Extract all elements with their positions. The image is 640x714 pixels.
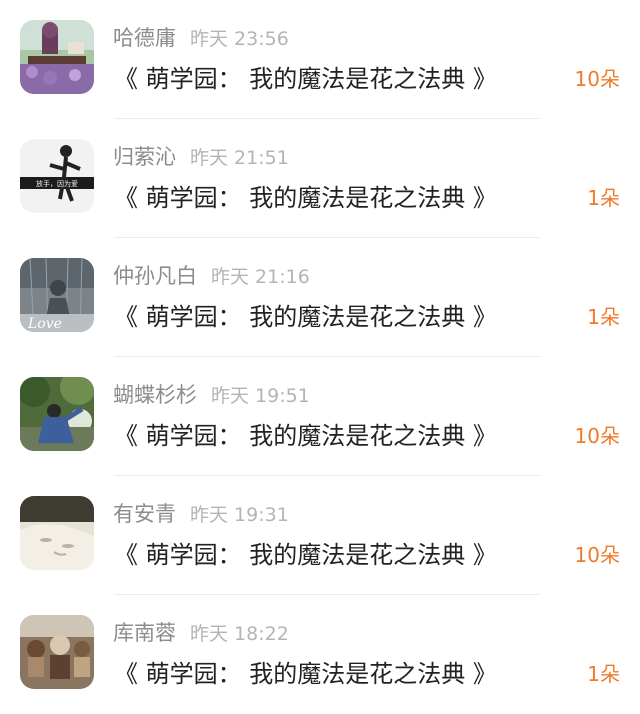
gift-amount: 10朵 [574,424,620,448]
book-title[interactable]: 《 萌学园： 我的魔法是花之法典 》 [114,181,497,215]
dancer-avatar: 放手，因为爱 [20,139,94,213]
book-title[interactable]: 《 萌学园： 我的魔法是花之法典 》 [114,300,497,334]
row-meta: 哈德庸 昨天 23:56 [113,24,289,52]
gift-amount: 1朵 [587,662,620,686]
list-item[interactable]: 库南蓉 昨天 18:22 《 萌学园： 我的魔法是花之法典 》 1朵 [0,595,640,714]
toy-figures-avatar [20,615,94,689]
gift-record-list: 哈德庸 昨天 23:56 《 萌学园： 我的魔法是花之法典 》 10朵 放手，因为… [0,0,640,705]
lavender-field-avatar [20,20,94,94]
avatar-caption: 放手，因为爱 [36,179,78,188]
avatar[interactable] [20,377,94,451]
username[interactable]: 仲孙凡白 [113,264,197,288]
avatar[interactable]: 放手，因为爱 [20,139,94,213]
timestamp: 昨天 21:51 [190,147,289,169]
book-title[interactable]: 《 萌学园： 我的魔法是花之法典 》 [114,62,497,96]
book-title[interactable]: 《 萌学园： 我的魔法是花之法典 》 [114,657,497,691]
avatar-caption: Love [27,316,62,332]
row-meta: 归萦沁 昨天 21:51 [113,143,289,171]
row-meta: 有安青 昨天 19:31 [113,500,289,528]
book-title[interactable]: 《 萌学园： 我的魔法是花之法典 》 [114,419,497,453]
list-item[interactable]: 蝴蝶杉杉 昨天 19:51 《 萌学园： 我的魔法是花之法典 》 10朵 [0,357,640,476]
list-item[interactable]: 有安青 昨天 19:31 《 萌学园： 我的魔法是花之法典 》 10朵 [0,476,640,595]
gift-amount: 10朵 [574,543,620,567]
username[interactable]: 库南蓉 [113,621,176,645]
timestamp: 昨天 21:16 [211,266,310,288]
timestamp: 昨天 19:31 [190,504,289,526]
row-meta: 库南蓉 昨天 18:22 [113,619,289,647]
row-meta: 仲孙凡白 昨天 21:16 [113,262,310,290]
username[interactable]: 有安青 [113,502,176,526]
timestamp: 昨天 19:51 [211,385,310,407]
username[interactable]: 哈德庸 [113,26,176,50]
gift-amount: 10朵 [574,67,620,91]
list-item[interactable]: 哈德庸 昨天 23:56 《 萌学园： 我的魔法是花之法典 》 10朵 [0,0,640,119]
avatar[interactable] [20,20,94,94]
book-title[interactable]: 《 萌学园： 我的魔法是花之法典 》 [114,538,497,572]
girl-under-trees-avatar [20,377,94,451]
gift-amount: 1朵 [587,305,620,329]
timestamp: 昨天 23:56 [190,28,289,50]
avatar[interactable] [20,615,94,689]
pale-face-avatar [20,496,94,570]
username[interactable]: 蝴蝶杉杉 [113,383,197,407]
timestamp: 昨天 18:22 [190,623,289,645]
username[interactable]: 归萦沁 [113,145,176,169]
avatar[interactable] [20,496,94,570]
row-meta: 蝴蝶杉杉 昨天 19:51 [113,381,310,409]
avatar[interactable]: Love [20,258,94,332]
gift-amount: 1朵 [587,186,620,210]
glass-rain-avatar: Love [20,258,94,332]
list-item[interactable]: 放手，因为爱 归萦沁 昨天 21:51 《 萌学园： 我的魔法是花之法典 》 1朵 [0,119,640,238]
list-item[interactable]: Love 仲孙凡白 昨天 21:16 《 萌学园： 我的魔法是花之法典 》 1朵 [0,238,640,357]
